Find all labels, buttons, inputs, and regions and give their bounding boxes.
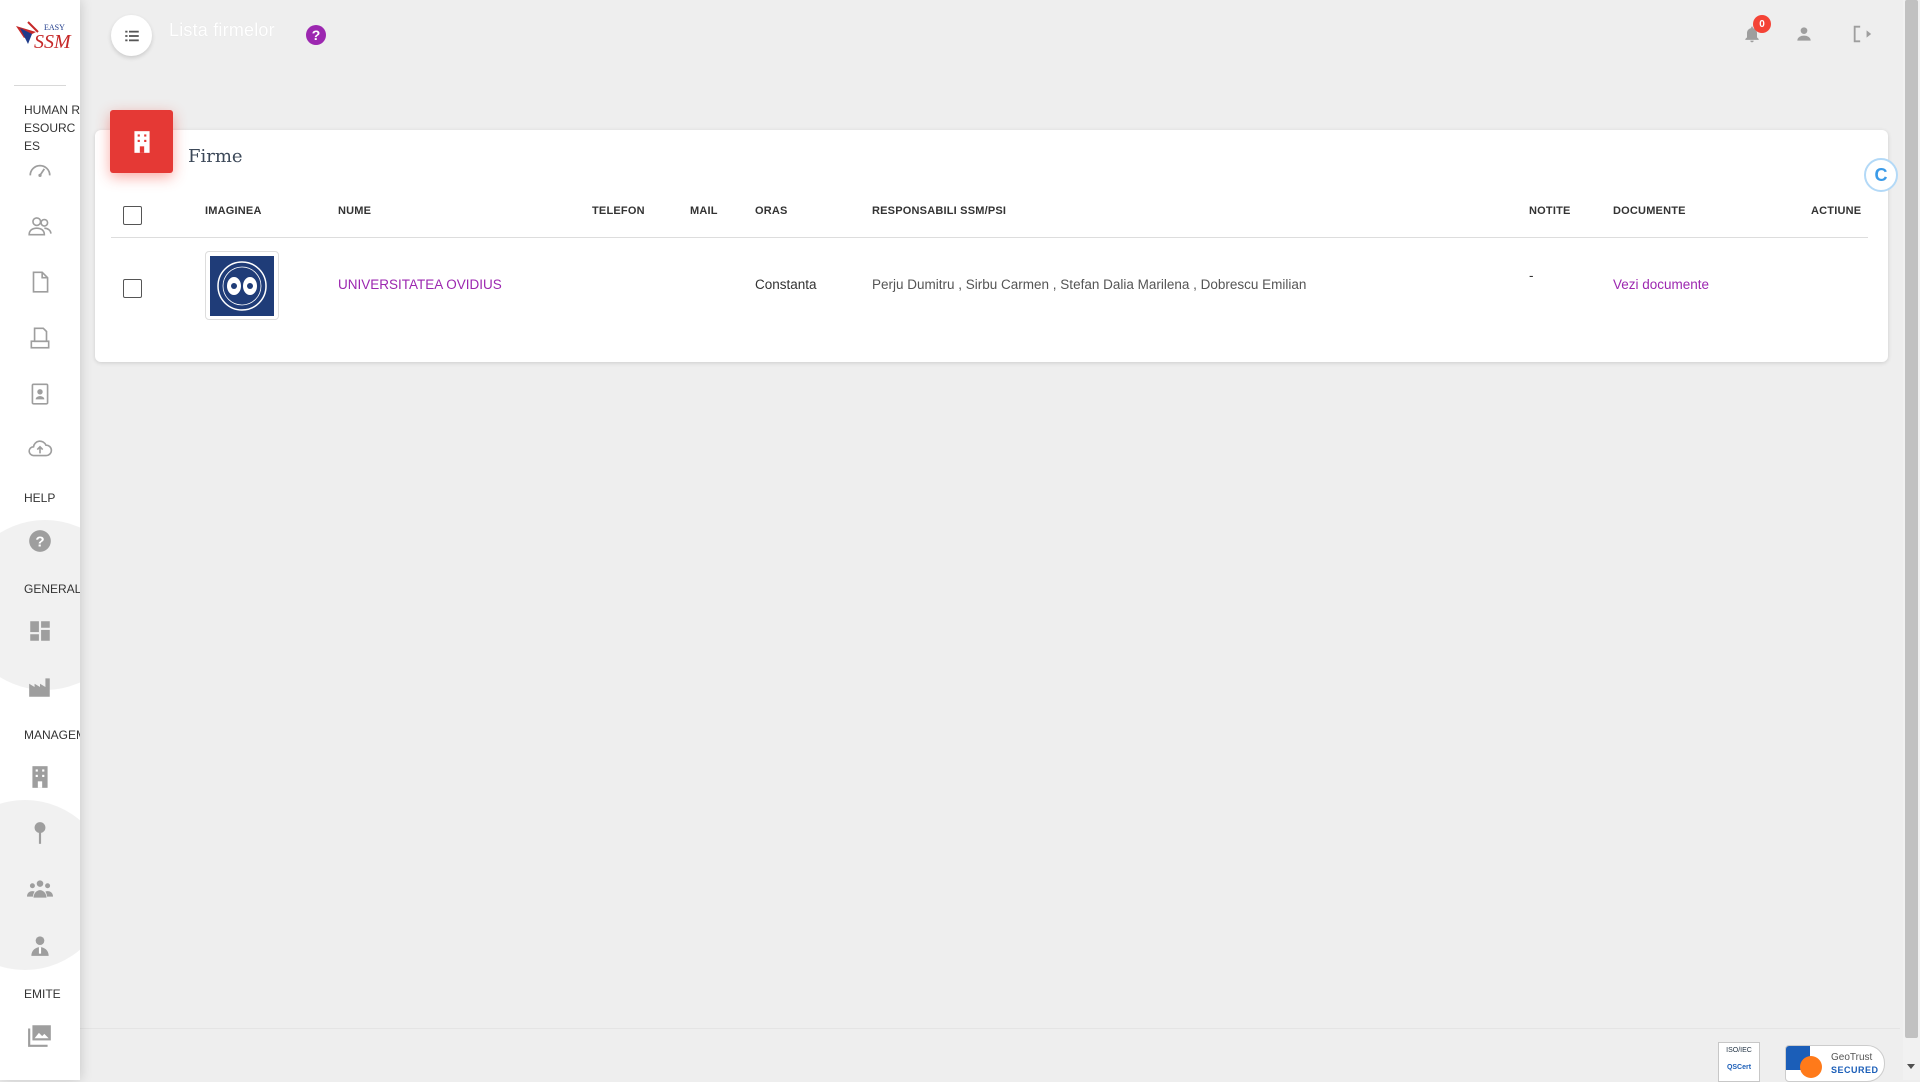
footer-divider — [80, 1028, 1900, 1029]
geotrust-secured-badge: GeoTrust SECURED — [1785, 1045, 1885, 1082]
building-icon[interactable] — [26, 763, 54, 791]
column-header-city[interactable]: ORAS — [755, 205, 788, 217]
university-logo-image — [210, 255, 274, 316]
sidebar-section-management: MANAGEMENT — [24, 728, 80, 742]
logo-divider — [14, 85, 66, 86]
table-header-divider — [111, 237, 1868, 238]
card-title: Firme — [188, 146, 243, 167]
user-profile-icon[interactable] — [1792, 22, 1816, 46]
app-logo[interactable]: EASY SSM — [14, 18, 72, 56]
printer-doc-icon[interactable] — [26, 324, 54, 352]
company-logo-thumbnail[interactable] — [205, 251, 279, 320]
geotrust-badge-line1: GeoTrust — [1831, 1052, 1873, 1063]
help-circle-icon[interactable]: ? — [26, 527, 54, 555]
column-header-notes[interactable]: NOTITE — [1529, 205, 1571, 217]
company-city: Constanta — [755, 277, 817, 292]
view-documents-link[interactable]: Vezi documente — [1613, 277, 1709, 292]
companies-card — [95, 130, 1888, 362]
sidebar-section-help: HELP — [24, 491, 56, 505]
sidebar-section-human-resources: HUMAN RESOURCES — [24, 103, 80, 153]
company-notes: - — [1529, 268, 1534, 283]
column-header-image[interactable]: IMAGINEA — [205, 205, 262, 217]
company-responsible: Perju Dumitru , Sirbu Carmen , Stefan Da… — [872, 277, 1307, 292]
cloud-upload-icon[interactable] — [26, 435, 54, 463]
iso-certification-badge: ISO/IEC QSCert — [1718, 1042, 1760, 1082]
iso-badge-line2: QSCert — [1726, 1064, 1752, 1071]
column-header-responsible[interactable]: RESPONSABILI SSM/PSI — [872, 205, 1006, 217]
company-name-link[interactable]: UNIVERSITATEA OVIDIUS — [338, 277, 502, 292]
floating-refresh-button[interactable]: C — [1864, 158, 1898, 192]
group-icon[interactable] — [26, 875, 54, 903]
column-header-documents[interactable]: DOCUMENTE — [1613, 205, 1686, 217]
sidebar: EASY SSM HUMAN RESOURCES HELP ? GENERALE… — [0, 0, 80, 1080]
logo-graphic: EASY SSM — [16, 21, 72, 53]
column-header-action[interactable]: ACTIUNE — [1811, 205, 1861, 217]
scrollbar-thumb[interactable] — [1905, 0, 1918, 1038]
menu-toggle-button[interactable] — [111, 15, 152, 56]
scroll-down-arrow[interactable] — [1907, 1064, 1915, 1069]
factory-icon[interactable] — [26, 673, 54, 701]
worker-icon[interactable] — [26, 931, 54, 959]
row-select-checkbox[interactable] — [123, 279, 142, 298]
column-header-name[interactable]: NUME — [338, 205, 371, 217]
sidebar-section-generale: GENERALE — [24, 582, 80, 596]
people-icon[interactable] — [26, 212, 54, 240]
pin-icon[interactable] — [26, 819, 54, 847]
notifications-count-badge: 0 — [1753, 15, 1771, 33]
card-header-building-icon — [110, 110, 173, 173]
geotrust-badge-line2: SECURED — [1831, 1065, 1879, 1075]
column-header-phone[interactable]: TELEFON — [592, 205, 645, 217]
gallery-icon[interactable] — [26, 1021, 54, 1049]
logout-icon[interactable] — [1850, 22, 1874, 46]
badge-icon[interactable] — [26, 380, 54, 408]
page-title: Lista firmelor — [169, 20, 275, 40]
column-header-mail[interactable]: MAIL — [690, 205, 718, 217]
dashboard-grid-icon[interactable] — [26, 617, 54, 645]
sidebar-section-emite: EMITE — [24, 987, 61, 1001]
document-icon[interactable] — [26, 268, 54, 296]
list-icon — [124, 30, 139, 41]
select-all-checkbox[interactable] — [123, 206, 142, 225]
dashboard-gauge-icon[interactable] — [26, 157, 54, 185]
svg-text:SSM: SSM — [34, 31, 72, 53]
help-button[interactable]: ? — [306, 25, 326, 45]
svg-text:?: ? — [35, 533, 44, 550]
geotrust-circle-shape — [1800, 1056, 1822, 1078]
iso-badge-line1: ISO/IEC — [1726, 1047, 1752, 1054]
